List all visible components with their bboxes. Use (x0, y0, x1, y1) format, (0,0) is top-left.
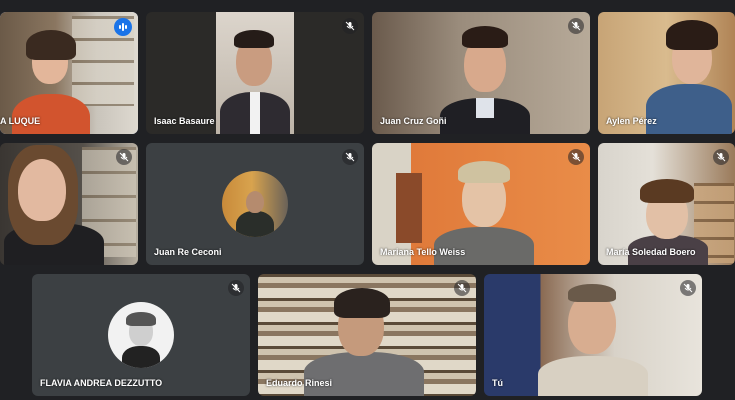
mic-off-icon (568, 149, 584, 165)
avatar (222, 171, 288, 237)
mic-off-icon (568, 18, 584, 34)
audio-level-icon (114, 18, 132, 36)
participant-name: Isaac Basaure (154, 116, 215, 126)
participant-tile-self[interactable]: Tú (484, 274, 702, 396)
participant-video (216, 26, 294, 134)
participant-video (538, 282, 648, 396)
participant-tile-mariana-tello-weiss[interactable]: Mariana Tello Weiss (372, 143, 590, 265)
mic-off-icon (680, 280, 696, 296)
participant-tile-eduardo-rinesi[interactable]: Eduardo Rinesi (258, 274, 476, 396)
participant-name: Aylen Pérez (606, 116, 657, 126)
mic-off-icon (228, 280, 244, 296)
participant-name: Mariana Tello Weiss (380, 247, 466, 257)
participant-name: A LUQUE (0, 116, 41, 126)
door (396, 173, 422, 243)
participant-name: Tú (492, 378, 503, 388)
participant-tile-isaac-basaure[interactable]: Isaac Basaure (146, 12, 364, 134)
mic-off-icon (342, 149, 358, 165)
participant-name: Juan Re Ceconi (154, 247, 222, 257)
avatar (108, 302, 174, 368)
participant-tile-woman-left[interactable] (0, 143, 138, 265)
participant-name: Eduardo Rinesi (266, 378, 333, 388)
participant-name: Juan Cruz Goñi (380, 116, 447, 126)
participant-name: FLAVIA ANDREA DEZZUTTO (40, 378, 163, 388)
mic-off-icon (454, 280, 470, 296)
participant-tile-juan-cruz-goni[interactable]: Juan Cruz Goñi (372, 12, 590, 134)
mic-off-icon (116, 149, 132, 165)
participant-tile-a-luque[interactable]: A LUQUE (0, 12, 138, 134)
participant-tile-aylen-perez[interactable]: Aylen Pérez (598, 12, 735, 134)
participant-name: María Soledad Boero (606, 247, 696, 257)
participant-tile-juan-re-ceconi[interactable]: Juan Re Ceconi (146, 143, 364, 265)
participant-video (440, 20, 530, 134)
participant-video (4, 143, 104, 265)
participant-tile-flavia-andrea-dezzutto[interactable]: FLAVIA ANDREA DEZZUTTO (32, 274, 250, 396)
participant-tile-maria-soledad-boero[interactable]: María Soledad Boero (598, 143, 735, 265)
mic-off-icon (342, 18, 358, 34)
mic-off-icon (713, 149, 729, 165)
